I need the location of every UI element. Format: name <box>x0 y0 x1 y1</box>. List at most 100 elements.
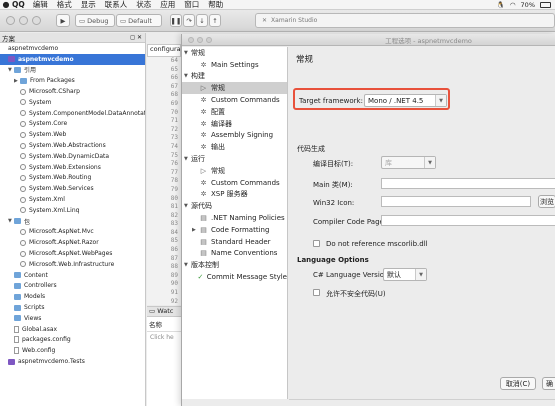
solution-item[interactable]: packages.config <box>0 335 145 346</box>
nav-item[interactable]: ✲ Main Settings <box>182 59 287 71</box>
solution-item[interactable]: Microsoft.CSharp <box>0 86 145 97</box>
target-selector[interactable]: ▭ Default <box>116 14 162 27</box>
nav-item[interactable]: ▷ 常规 <box>182 82 287 95</box>
nav-item[interactable]: ✲ XSP 服务器 <box>182 189 287 201</box>
target-framework-value: Mono / .NET 4.5 <box>368 96 424 105</box>
nav-item[interactable]: ▤ Name Conventions <box>182 248 287 260</box>
zoom-window-button[interactable] <box>32 16 41 25</box>
menu-apps[interactable]: 应用 <box>160 0 175 10</box>
solution-item[interactable]: System.Web <box>0 129 145 140</box>
step-into-button[interactable]: ↓ <box>196 14 208 27</box>
wifi-icon[interactable]: ◠ <box>510 1 516 9</box>
nav-item[interactable]: ▼ 源代码 <box>182 200 287 212</box>
solution-item[interactable]: System.Web.Abstractions <box>0 140 145 151</box>
target-framework-select[interactable]: Mono / .NET 4.5 ▼ <box>364 94 447 107</box>
nav-item[interactable]: ✓ Commit Message Style <box>182 271 287 283</box>
nav-item[interactable]: ▼ 版本控制 <box>182 259 287 271</box>
nav-item[interactable]: ✲ 输出 <box>182 141 287 153</box>
nav-item[interactable]: ▶ ▤ Code Formatting <box>182 224 287 236</box>
battery-icon[interactable] <box>540 2 551 8</box>
solution-item[interactable]: aspnetmvcdemo <box>0 43 145 54</box>
minimize-window-button[interactable] <box>19 16 28 25</box>
menu-contacts[interactable]: 联系人 <box>105 0 128 10</box>
solution-item[interactable]: System.Web.Services <box>0 183 145 194</box>
solution-item[interactable]: Microsoft.AspNet.Mvc <box>0 227 145 238</box>
nav-item[interactable]: ✲ Assembly Signing <box>182 130 287 142</box>
menu-window[interactable]: 窗口 <box>184 0 199 10</box>
solution-item[interactable]: aspnetmvcdemo <box>0 53 145 65</box>
nav-item[interactable]: ▷ 常规 <box>182 165 287 177</box>
ok-button[interactable]: 确 <box>542 377 555 390</box>
nav-item[interactable]: ▤ .NET Naming Policies <box>182 212 287 224</box>
step-over-button[interactable]: ↷ <box>183 14 195 27</box>
solution-item[interactable]: ▶ From Packages <box>0 75 145 86</box>
compile-target-select[interactable]: 库 ▼ <box>381 156 436 169</box>
solution-item[interactable]: Global.asax <box>0 324 145 335</box>
menu-app-name[interactable]: QQ <box>12 0 25 9</box>
solution-item[interactable]: aspnetmvcdemo.Tests <box>0 356 145 367</box>
run-button[interactable]: ▶ <box>56 14 70 27</box>
solution-item[interactable]: Content <box>0 270 145 281</box>
nav-item[interactable]: ▼ 运行 <box>182 153 287 165</box>
menu-edit[interactable]: 编辑 <box>33 0 48 10</box>
no-mscorlib-checkbox[interactable] <box>313 240 320 247</box>
close-window-button[interactable] <box>6 16 15 25</box>
solution-item[interactable]: Controllers <box>0 281 145 292</box>
allow-unsafe-checkbox[interactable] <box>313 289 320 296</box>
solution-item[interactable]: System.Web.Extensions <box>0 162 145 173</box>
solution-item[interactable]: System <box>0 97 145 108</box>
solution-item[interactable]: Web.config <box>0 345 145 356</box>
solution-item[interactable]: ▼ 包 <box>0 216 145 227</box>
code-page-input[interactable] <box>381 215 555 226</box>
solution-item[interactable]: ▼ 引用 <box>0 65 145 76</box>
solution-item[interactable]: Microsoft.AspNet.WebPages <box>0 248 145 259</box>
dialog-close-button[interactable] <box>188 37 194 43</box>
solution-item-label: 包 <box>24 218 31 226</box>
pause-button[interactable]: ❚❚ <box>170 14 182 27</box>
menu-format[interactable]: 格式 <box>57 0 72 10</box>
apple-icon[interactable]: ● <box>0 0 12 9</box>
qq-penguin-icon[interactable]: 🐧 <box>497 1 505 9</box>
disclosure-arrow-icon[interactable]: ▶ <box>192 227 199 233</box>
solution-item-label: aspnetmvcdemo <box>8 44 59 52</box>
browse-button[interactable]: 浏览 <box>538 195 555 208</box>
solution-item[interactable]: System.Web.DynamicData <box>0 151 145 162</box>
solution-item[interactable]: System.ComponentModel.DataAnnotations <box>0 108 145 119</box>
disclosure-arrow-icon[interactable]: ▼ <box>184 73 191 79</box>
solution-item-label: System.Xml.Linq <box>29 206 80 214</box>
disclosure-arrow-icon[interactable]: ▼ <box>184 203 191 209</box>
menu-status[interactable]: 状态 <box>136 0 151 10</box>
csharp-version-select[interactable]: 默认 ▼ <box>383 268 427 281</box>
dialog-zoom-button[interactable] <box>206 37 212 43</box>
nav-item[interactable]: ✲ 配置 <box>182 106 287 118</box>
solution-item[interactable]: System.Xml <box>0 194 145 205</box>
solution-item[interactable]: Scripts <box>0 302 145 313</box>
nav-item[interactable]: ▤ Standard Header <box>182 236 287 248</box>
menu-help[interactable]: 帮助 <box>208 0 223 10</box>
nav-item[interactable]: ✲ 编译器 <box>182 118 287 130</box>
solution-item[interactable]: System.Xml.Linq <box>0 205 145 216</box>
step-out-button[interactable]: ↑ <box>209 14 221 27</box>
nav-item[interactable]: ▼ 构建 <box>182 71 287 83</box>
disclosure-arrow-icon[interactable]: ▼ <box>184 262 191 268</box>
nav-item[interactable]: ✲ Custom Commands <box>182 94 287 106</box>
solution-item[interactable]: Microsoft.AspNet.Razor <box>0 237 145 248</box>
solution-item[interactable]: Microsoft.Web.Infrastructure <box>0 259 145 270</box>
watch-hint[interactable]: Click he <box>147 331 181 343</box>
win32-icon-input[interactable] <box>381 196 531 207</box>
nav-item[interactable]: ▼ 常规 <box>182 47 287 59</box>
nav-item[interactable]: ✲ Custom Commands <box>182 177 287 189</box>
solution-item[interactable]: System.Core <box>0 119 145 130</box>
menu-view[interactable]: 显示 <box>81 0 96 10</box>
dialog-minimize-button[interactable] <box>197 37 203 43</box>
solution-item[interactable]: Views <box>0 313 145 324</box>
disclosure-arrow-icon[interactable]: ▼ <box>184 156 191 162</box>
solution-item[interactable]: Models <box>0 291 145 302</box>
solution-item[interactable]: System.Web.Routing <box>0 173 145 184</box>
config-selector[interactable]: ▭ Debug <box>75 14 115 27</box>
cancel-button[interactable]: 取消(C) <box>500 377 536 390</box>
main-class-input[interactable] <box>381 178 555 189</box>
editor-tab[interactable]: configura <box>147 44 181 57</box>
disclosure-arrow-icon[interactable]: ▼ <box>184 50 191 56</box>
pane-controls-icon[interactable]: ◻ ✕ <box>130 34 145 41</box>
